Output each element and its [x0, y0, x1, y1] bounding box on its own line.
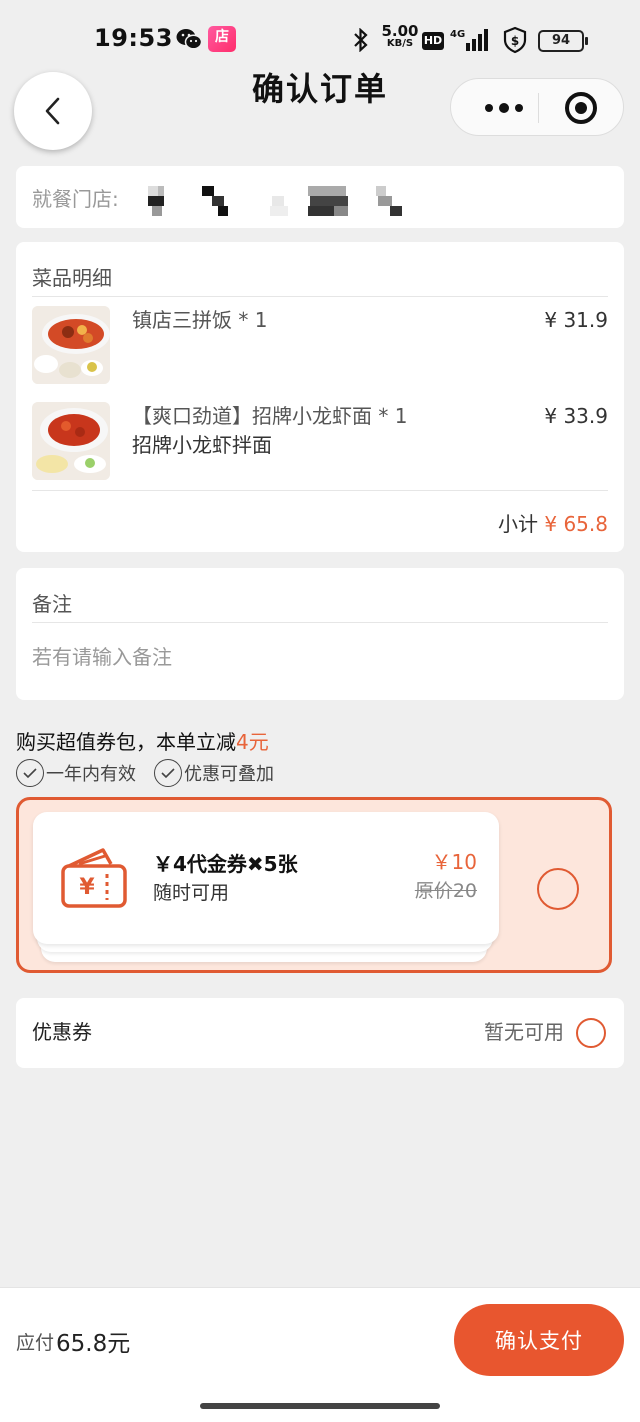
wallet-coupon-icon: ¥	[61, 848, 127, 908]
checkout-bar: 应付 65.8元 确认支付	[0, 1287, 640, 1391]
promo-title: 购买超值券包，本单立减4元	[16, 730, 269, 754]
voucher-subtitle: 随时可用	[153, 882, 230, 904]
svg-text:4G: 4G	[450, 29, 465, 40]
4g-signal-icon: 4G	[450, 29, 488, 51]
target-circle-icon[interactable]	[565, 92, 597, 124]
check-circle-icon	[154, 759, 182, 787]
vpn-shield-icon: $	[503, 26, 527, 54]
voucher-title: ￥4代金券✖5张	[153, 852, 298, 876]
pay-amount: 65.8元	[56, 1331, 131, 1357]
more-dots-icon[interactable]	[473, 93, 535, 123]
dish-image	[32, 402, 110, 480]
dish-section-title: 菜品明细	[32, 266, 112, 290]
hd-icon: HD	[422, 32, 444, 50]
promo-tags: 一年内有效 优惠可叠加	[16, 758, 274, 788]
wechat-icon	[176, 29, 202, 50]
subtotal: 小计 ¥ 65.8	[498, 508, 608, 537]
dish-price: ¥ 31.9	[544, 308, 608, 332]
pay-label: 应付	[16, 1332, 55, 1354]
coupon-row[interactable]: 优惠券 暂无可用	[16, 998, 624, 1068]
promo-tag: 一年内有效	[16, 758, 136, 788]
note-input[interactable]	[32, 640, 608, 674]
status-bar: 19:53 店 5.00 KB/S HD 4G $ 94	[0, 0, 640, 72]
battery-icon: 94	[538, 30, 588, 52]
voucher-select-radio[interactable]	[537, 868, 579, 910]
dish-spec: 招牌小龙虾拌面	[132, 433, 272, 457]
subtotal-label: 小计	[498, 512, 539, 536]
subtotal-amount: ¥ 65.8	[544, 512, 608, 536]
check-circle-icon	[16, 759, 44, 787]
note-section-title: 备注	[32, 592, 72, 616]
promo-tag: 优惠可叠加	[154, 758, 274, 788]
coupon-label: 优惠券	[32, 1020, 92, 1044]
divider	[32, 622, 608, 623]
dish-name: 【爽口劲道】招牌小龙虾面 * 1	[132, 404, 408, 428]
svg-text:$: $	[511, 34, 519, 48]
capsule-divider	[538, 93, 539, 123]
store-name-redacted	[146, 186, 406, 216]
note-card: 备注	[16, 568, 624, 700]
bluetooth-icon	[354, 28, 368, 52]
status-time: 19:53	[94, 24, 173, 52]
dish-price: ¥ 33.9	[544, 404, 608, 428]
home-indicator[interactable]	[200, 1403, 440, 1409]
voucher-ticket: ¥ ￥4代金券✖5张 随时可用 ￥10 原价20	[33, 812, 499, 944]
dish-image	[32, 306, 110, 384]
svg-text:¥: ¥	[79, 875, 95, 900]
store-app-icon: 店	[208, 26, 236, 52]
voucher-price: ￥10	[431, 850, 477, 874]
voucher-package-option[interactable]: ¥ ￥4代金券✖5张 随时可用 ￥10 原价20	[16, 797, 612, 973]
divider	[32, 490, 608, 491]
promo-discount: 4元	[236, 730, 269, 754]
confirm-pay-button[interactable]: 确认支付	[454, 1304, 624, 1376]
net-speed: 5.00 KB/S	[381, 22, 419, 49]
voucher-original-price: 原价20	[414, 880, 477, 902]
home-indicator-area	[0, 1391, 640, 1422]
miniprogram-capsule	[450, 78, 624, 136]
dish-card: 菜品明细 镇店三拼饭 * 1 ¥ 31.9 【爽口劲道】招牌小龙虾面 * 1 招…	[16, 242, 624, 552]
store-label: 就餐门店:	[32, 187, 119, 211]
divider	[32, 296, 608, 297]
dish-name: 镇店三拼饭 * 1	[132, 308, 268, 332]
coupon-status: 暂无可用	[484, 1020, 564, 1044]
coupon-select-radio[interactable]	[576, 1018, 606, 1048]
